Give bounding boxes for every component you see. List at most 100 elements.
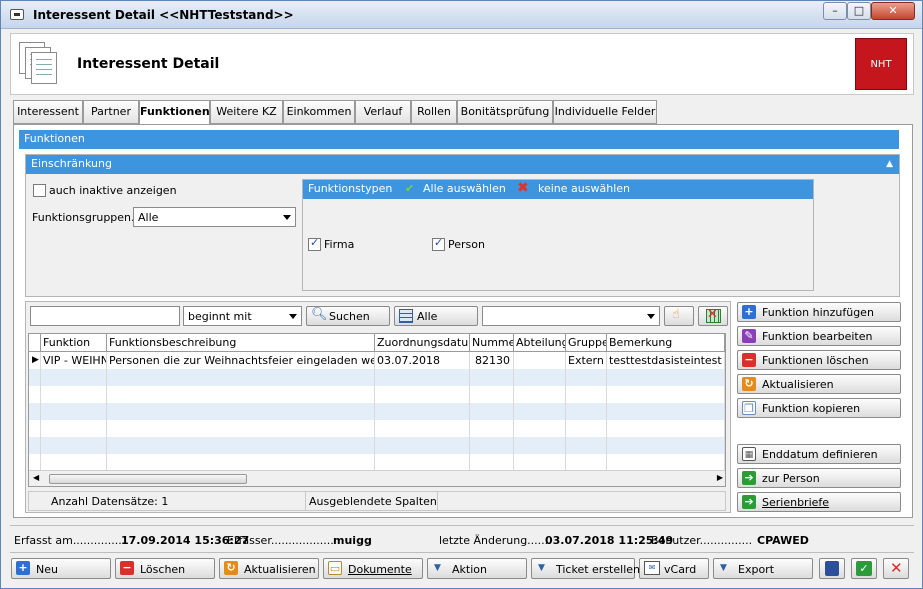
copy-icon: ❐ (742, 401, 756, 415)
field-select[interactable] (482, 306, 660, 326)
checkmark-icon[interactable]: ✔ (405, 180, 414, 198)
edit-funktion-button[interactable]: ✎ Funktion bearbeiten (737, 326, 901, 346)
tab-interessent[interactable]: Interessent (13, 100, 83, 124)
empty-table-row (29, 437, 725, 454)
column-settings-button[interactable]: ✕ (698, 306, 728, 326)
column-header-abteilung[interactable]: Abteilung (514, 334, 566, 352)
column-header-funktion[interactable]: Funktion (41, 334, 107, 352)
search-mode-select[interactable]: beginnt mit (183, 306, 302, 326)
tab-weitere-kz[interactable]: Weitere KZ (210, 100, 283, 124)
firma-label: Firma (324, 238, 355, 251)
search-mode-value: beginnt mit (188, 310, 252, 323)
cell-funktion: VIP - WEIHN (43, 352, 107, 369)
column-header-nummer[interactable]: Nummer (470, 334, 514, 352)
serienbriefe-button[interactable]: ➔ Serienbriefe (737, 492, 901, 512)
copy-funktion-label: Funktion kopieren (762, 402, 861, 415)
loeschen-button[interactable]: − Löschen (115, 558, 215, 579)
tab-bonitaetspruefung[interactable]: Bonitätsprüfung (457, 100, 553, 124)
scroll-right-icon[interactable]: ▶ (717, 473, 723, 482)
alle-label: Alle (417, 310, 438, 323)
einschraenkung-header[interactable]: Einschränkung ▲ (26, 155, 899, 174)
hidden-columns-label: Ausgeblendete Spalten (309, 495, 437, 508)
pencil-icon: ✎ (742, 329, 756, 343)
cross-icon[interactable]: ✖ (517, 179, 529, 197)
minimize-button[interactable]: – (823, 2, 847, 20)
neu-button[interactable]: + Neu (11, 558, 111, 579)
inactive-checkbox[interactable] (33, 184, 46, 197)
vcard-button[interactable]: ✉ vCard (639, 558, 709, 579)
column-header-bemerkung[interactable]: Bemerkung (607, 334, 725, 352)
tab-rollen[interactable]: Rollen (411, 100, 457, 124)
minus-icon: − (120, 561, 134, 575)
scrollbar-thumb[interactable] (49, 474, 247, 484)
cell-beschreibung: Personen die zur Weihnachtsfeier eingela… (107, 352, 375, 369)
cell-nummer: 82130 (470, 352, 514, 369)
row-indicator-icon: ▶ (29, 352, 41, 369)
vcard-icon: ✉ (644, 561, 660, 575)
hand-button[interactable]: ☝ (664, 306, 694, 326)
plus-icon: + (742, 305, 756, 319)
aktualisieren-label: Aktualisieren (244, 563, 316, 576)
tab-einkommen[interactable]: Einkommen (283, 100, 355, 124)
delete-funktion-button[interactable]: − Funktionen löschen (737, 350, 901, 370)
tab-verlauf[interactable]: Verlauf (355, 100, 411, 124)
einschraenkung-title: Einschränkung (31, 157, 112, 170)
tab-individuelle-felder[interactable]: Individuelle Felder (553, 100, 657, 124)
dropdown-icon: ▼ (434, 563, 441, 573)
close-button[interactable]: ✕ (871, 2, 915, 20)
ok-button[interactable]: ✓ (851, 558, 877, 579)
funktionstypen-header: Funktionstypen ✔ Alle auswählen ✖ keine … (303, 180, 813, 199)
to-person-button[interactable]: ➔ zur Person (737, 468, 901, 488)
funktionstypen-title: Funktionstypen (308, 182, 393, 195)
scroll-left-icon[interactable]: ◀ (33, 473, 39, 482)
funktionsgruppen-select[interactable]: Alle (133, 207, 296, 227)
maximize-button[interactable]: □ (847, 2, 871, 20)
window-menu-icon[interactable] (10, 9, 24, 20)
benutzer-label: Benutzer............... (651, 534, 753, 547)
select-all-link[interactable]: Alle auswählen (423, 180, 506, 198)
suchen-button[interactable]: 🔍︎ Suchen (306, 306, 390, 326)
collapse-icon[interactable]: ▲ (886, 155, 893, 173)
tab-funktionen[interactable]: Funktionen (139, 100, 210, 125)
person-checkbox[interactable] (432, 236, 445, 251)
copy-funktion-button[interactable]: ❐ Funktion kopieren (737, 398, 901, 418)
export-button[interactable]: ▼ Export (713, 558, 813, 579)
column-header-zuordnungsdatum[interactable]: Zuordnungsdatum (375, 334, 470, 352)
empty-table-row (29, 369, 725, 386)
cancel-button[interactable]: ✕ (883, 558, 909, 579)
page-title: Interessent Detail (77, 56, 220, 72)
arrow-right-icon: ➔ (742, 471, 756, 485)
header: Interessent Detail NHT (10, 33, 914, 95)
column-header-gruppe[interactable]: Gruppe (566, 334, 607, 352)
select-none-link[interactable]: keine auswählen (538, 180, 630, 198)
refresh-button[interactable]: ↻ Aktualisieren (737, 374, 901, 394)
save-button[interactable] (819, 558, 845, 579)
window-title: Interessent Detail <<NHTTeststand>> (33, 8, 294, 22)
edit-funktion-label: Funktion bearbeiten (762, 330, 873, 343)
firma-checkbox[interactable] (308, 236, 321, 251)
add-funktion-button[interactable]: + Funktion hinzufügen (737, 302, 901, 322)
alle-button[interactable]: Alle (394, 306, 478, 326)
hand-icon: ☝ (672, 307, 680, 322)
record-info-bar: Erfasst am................ 17.09.2014 15… (10, 525, 914, 553)
tab-partner[interactable]: Partner (83, 100, 139, 124)
aktualisieren-button[interactable]: ↻ Aktualisieren (219, 558, 319, 579)
ticket-button[interactable]: ▼ Ticket erstellen (531, 558, 640, 579)
arrow-right-icon: ➔ (742, 495, 756, 509)
cell-datum: 03.07.2018 (375, 352, 470, 369)
chevron-down-icon (283, 215, 291, 220)
save-icon (825, 561, 839, 576)
column-header-beschreibung[interactable]: Funktionsbeschreibung (107, 334, 375, 352)
dokumente-button[interactable]: ▭ Dokumente (323, 558, 423, 579)
horizontal-scrollbar[interactable]: ◀ ▶ (29, 470, 725, 486)
table-row[interactable]: ▶ VIP - WEIHN Personen die zur Weihnacht… (29, 352, 725, 369)
search-input[interactable] (30, 306, 180, 326)
funktionen-content: Funktionen Einschränkung ▲ auch inaktive… (13, 124, 913, 518)
add-funktion-label: Funktion hinzufügen (762, 306, 874, 319)
aktion-button[interactable]: ▼ Aktion (427, 558, 527, 579)
chevron-down-icon (647, 314, 655, 319)
enddate-label: Enddatum definieren (762, 448, 878, 461)
enddate-button[interactable]: ▦ Enddatum definieren (737, 444, 901, 464)
funktionsgruppen-label: Funktionsgruppen.... (32, 211, 146, 224)
table-status-bar: Anzahl Datensätze: 1 Ausgeblendete Spalt… (28, 491, 726, 511)
